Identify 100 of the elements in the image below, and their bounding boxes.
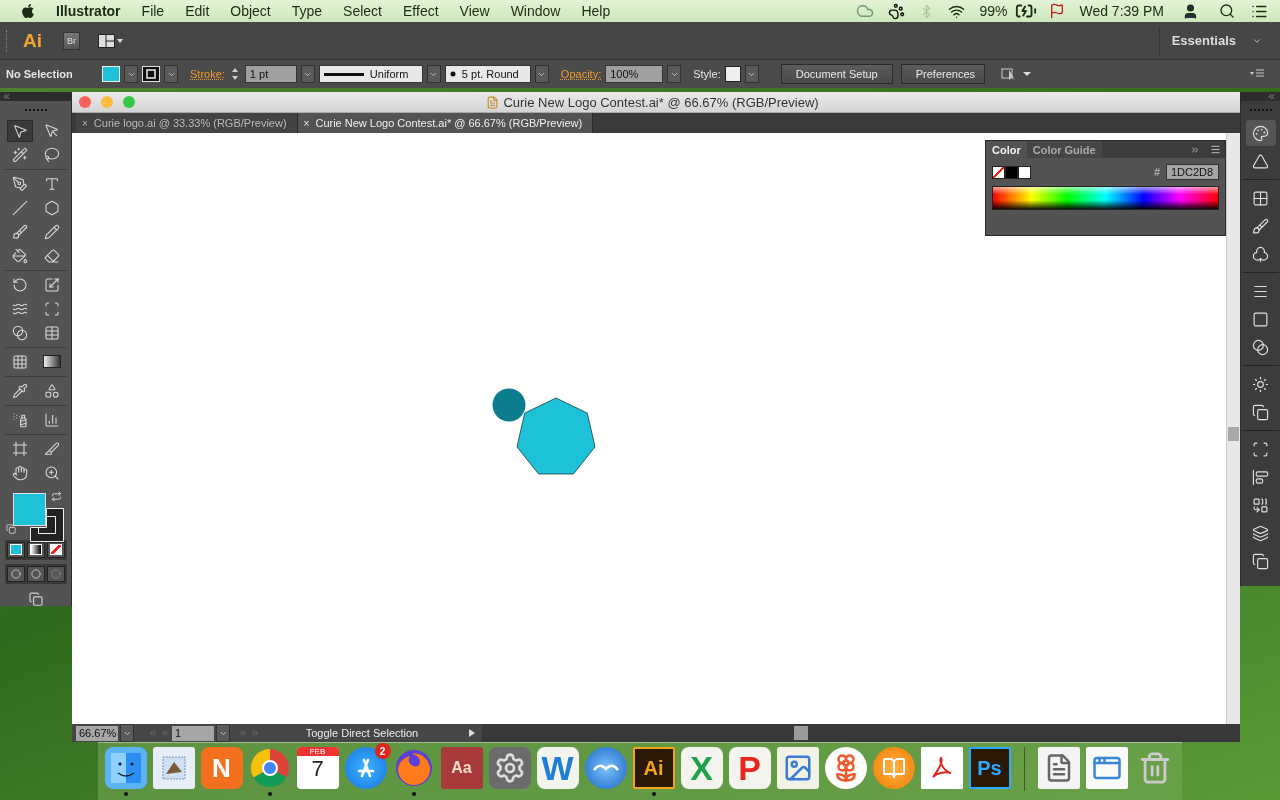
toolbar-button[interactable]: Preferences [900, 64, 985, 84]
toolbar-button[interactable]: Document Setup [780, 64, 893, 84]
stroke-swatch-icon[interactable] [142, 66, 160, 82]
cloud-icon[interactable] [856, 2, 875, 20]
zoom-field[interactable]: 66.67% [76, 725, 118, 741]
hex-field[interactable]: 1DC2D8 [1166, 164, 1219, 180]
calendar-app-button[interactable]: FEB 7 [296, 747, 339, 789]
color-swatch[interactable] [1018, 165, 1031, 179]
smiling-face-icon[interactable] [104, 747, 147, 789]
fill-swatch[interactable] [102, 66, 120, 82]
opacity-field[interactable]: 100% [605, 65, 664, 83]
document-icon[interactable] [1037, 747, 1080, 789]
clock[interactable]: Wed 7:39 PM [1079, 3, 1164, 19]
document-tab[interactable]: × Curie logo.ai @ 33.33% (RGB/Preview) [76, 113, 298, 133]
swatch-grid-icon[interactable] [1252, 189, 1269, 207]
artboard-field[interactable]: 1 [172, 725, 214, 741]
color-spectrum[interactable] [992, 186, 1219, 210]
triangle-icon[interactable] [1252, 152, 1269, 170]
draw-inside-button[interactable] [46, 565, 65, 582]
menu-item[interactable]: Help [581, 3, 611, 19]
document-tab[interactable]: × Curie New Logo Contest.ai* @ 66.67% (RGB/Preview) [297, 113, 594, 133]
layout-grid-icon[interactable] [98, 33, 124, 48]
sun-icon[interactable] [1252, 375, 1269, 393]
tab-close-button[interactable]: × [82, 117, 88, 129]
style-swatch[interactable] [724, 66, 741, 82]
circles-icon[interactable] [1252, 338, 1269, 356]
pdf-icon[interactable] [920, 747, 963, 789]
dashed-frame-icon [43, 300, 60, 317]
adobe-app-button[interactable]: Ai [632, 747, 675, 789]
fill-color-swatch[interactable] [12, 492, 46, 526]
palette-icon[interactable] [1252, 124, 1269, 142]
paw-print-icon[interactable] [888, 2, 906, 20]
scroll-thumb[interactable] [1228, 427, 1239, 441]
menu-item[interactable]: Select [343, 3, 382, 19]
user-icon[interactable] [1182, 2, 1199, 20]
stroke-weight-field[interactable]: 1 pt [244, 65, 297, 83]
none-swatch[interactable] [992, 165, 1005, 179]
screen-mode-icon[interactable] [26, 591, 45, 606]
menu-item[interactable]: View [459, 3, 490, 19]
letter-app-button[interactable]: W [536, 747, 579, 789]
photo-viewer-icon[interactable] [776, 747, 819, 789]
menu-item[interactable]: Window [510, 3, 561, 19]
open-book-icon[interactable] [872, 747, 915, 789]
stroke-link[interactable]: Stroke: [190, 68, 225, 80]
club-icon[interactable] [1252, 245, 1269, 263]
swap-arrows-icon[interactable] [50, 490, 62, 502]
menu-item[interactable]: File [141, 3, 165, 19]
opacity-link[interactable]: Opacity: [560, 68, 602, 80]
app-logo: Ai [23, 29, 43, 52]
horizontal-scrollbar[interactable] [482, 724, 1240, 742]
layers-icon[interactable] [1252, 524, 1269, 542]
status-message: Toggle Direct Selection [304, 727, 420, 739]
default-colors-icon[interactable] [5, 523, 16, 534]
scroll-thumb[interactable] [794, 726, 808, 740]
panel-tab[interactable]: Color Guide [1026, 141, 1102, 158]
adobe-app-button[interactable]: Ps [968, 747, 1011, 789]
collapse-icon[interactable] [1267, 92, 1276, 101]
stroke-color-swatch[interactable] [29, 507, 64, 542]
isolation-icon[interactable] [1000, 67, 1033, 81]
panel-menu-icon[interactable] [1210, 144, 1221, 155]
draw-behind-button[interactable] [26, 565, 45, 582]
stamp-icon[interactable] [152, 747, 195, 789]
menu-item[interactable]: Effect [403, 3, 439, 19]
tab-close-button[interactable]: × [303, 117, 310, 129]
align-icon[interactable] [1252, 468, 1269, 486]
bridge-button[interactable]: Br [63, 31, 80, 50]
pinwheel-icon[interactable] [824, 747, 867, 789]
window-stack-icon[interactable] [1085, 747, 1128, 789]
square-icon[interactable] [1252, 310, 1269, 328]
menu-item[interactable]: Edit [185, 3, 210, 19]
letter-app-button[interactable]: P [728, 747, 771, 789]
vertical-scrollbar[interactable] [1226, 133, 1240, 724]
app-menu[interactable]: Illustrator [56, 3, 121, 19]
artboards-icon[interactable] [1252, 552, 1269, 570]
gradient-mode-button[interactable] [26, 541, 45, 558]
wave-globe-icon[interactable] [584, 747, 627, 789]
apple-logo-icon[interactable] [20, 3, 36, 19]
stroke-profile-field[interactable]: Uniform [318, 65, 423, 83]
circle-logo-icon[interactable] [248, 747, 291, 789]
search-icon[interactable] [1219, 3, 1235, 19]
collapse-icon[interactable] [2, 92, 11, 101]
tool-button[interactable] [6, 119, 33, 142]
panel-menu-icon[interactable] [1250, 69, 1264, 79]
brush-icon[interactable] [1252, 217, 1269, 235]
pathfinder-icon[interactable] [1252, 496, 1269, 514]
eyedropper-icon [11, 382, 28, 399]
menu-item[interactable]: Type [291, 3, 323, 19]
color-swatch[interactable] [1005, 165, 1018, 179]
expand-icon[interactable] [1190, 144, 1200, 155]
workspace-switcher[interactable]: Essentials [1158, 26, 1280, 55]
transform-frame-icon[interactable] [1252, 440, 1269, 458]
draw-normal-button[interactable] [6, 565, 25, 582]
brush-definition-field[interactable]: 5 pt. Round [444, 65, 531, 83]
flag-icon[interactable] [1049, 3, 1066, 19]
panel-tab[interactable]: Color [986, 141, 1027, 158]
stacked-squares-icon[interactable] [1252, 403, 1269, 421]
color-mode-button[interactable] [6, 541, 25, 558]
gear-icon[interactable] [488, 747, 531, 789]
dictionary-app-button[interactable]: Aa [440, 747, 483, 789]
menu-item[interactable]: Object [230, 3, 271, 19]
